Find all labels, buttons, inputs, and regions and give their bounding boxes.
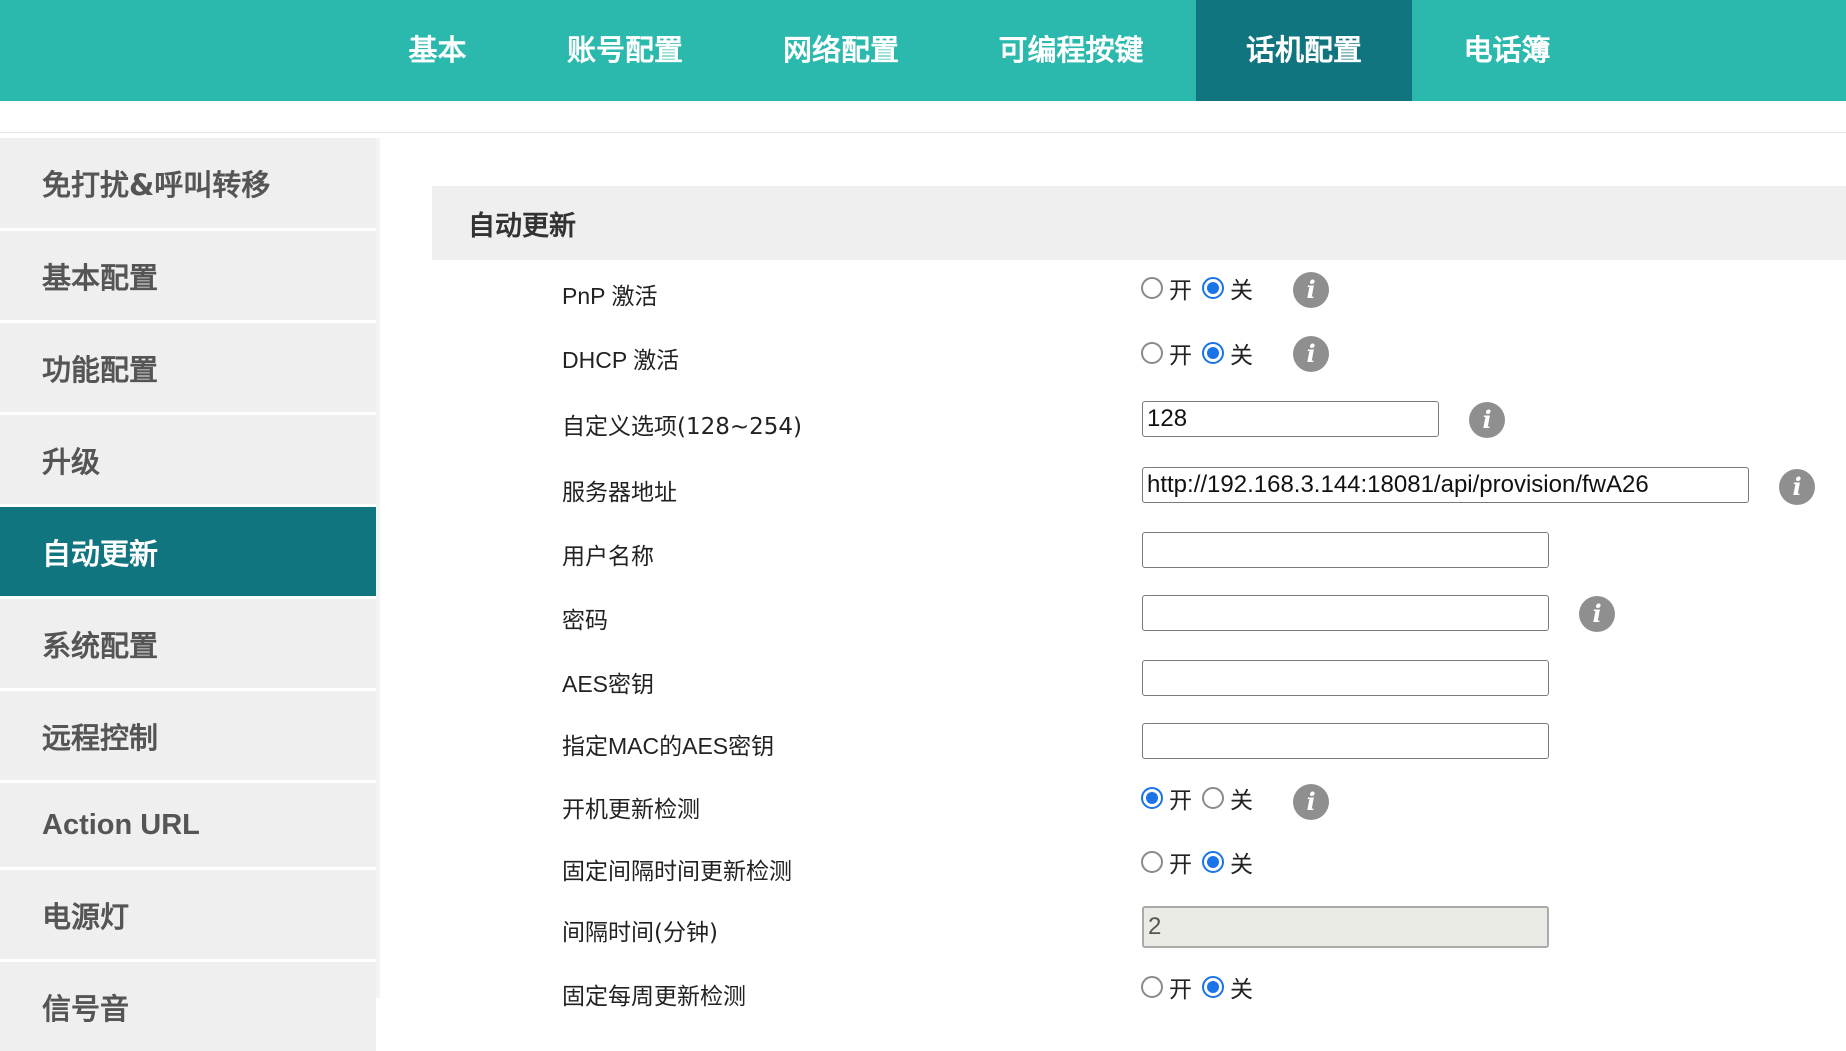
aes-key-input[interactable] <box>1142 660 1549 696</box>
interval-check-radio-group: 开 关 <box>1141 846 1263 878</box>
sidebar-item-power-led[interactable]: 电源灯 <box>0 870 376 959</box>
sidebar-item-upgrade[interactable]: 升级 <box>0 415 376 504</box>
weekly-check-radio-group: 开 关 <box>1141 971 1263 1003</box>
interval-check-off-radio[interactable] <box>1202 851 1224 873</box>
custom-option-info-icon[interactable]: i <box>1469 402 1505 438</box>
username-label: 用户名称 <box>562 544 654 570</box>
password-info-icon[interactable]: i <box>1579 596 1615 632</box>
weekly-check-off-label: 关 <box>1230 977 1253 1003</box>
boot-check-info-icon[interactable]: i <box>1293 784 1329 820</box>
mac-aes-key-input[interactable] <box>1142 723 1549 759</box>
pnp-info-icon[interactable]: i <box>1293 272 1329 308</box>
password-input[interactable] <box>1142 595 1549 631</box>
pnp-label: PnP 激活 <box>562 283 658 309</box>
dhcp-label: DHCP 激活 <box>562 347 680 373</box>
boot-check-on-label: 开 <box>1169 788 1192 814</box>
password-label: 密码 <box>562 608 608 634</box>
aes-key-label: AES密钥 <box>562 671 655 697</box>
dhcp-radio-group: 开 关 <box>1141 337 1263 369</box>
header-divider <box>0 132 1846 133</box>
dhcp-on-radio[interactable] <box>1141 342 1163 364</box>
interval-minutes-input[interactable]: 2 <box>1142 906 1549 948</box>
tab-phone-config[interactable]: 话机配置 <box>1196 0 1412 101</box>
sidebar-divider <box>376 138 380 998</box>
pnp-radio-group: 开 关 <box>1141 272 1263 304</box>
boot-check-off-radio[interactable] <box>1202 787 1224 809</box>
username-input[interactable] <box>1142 532 1549 568</box>
dhcp-off-radio[interactable] <box>1202 342 1224 364</box>
sidebar-item-signal-tone[interactable]: 信号音 <box>0 962 376 1051</box>
tab-programmable-keys[interactable]: 可编程按键 <box>968 0 1174 101</box>
dhcp-on-label: 开 <box>1169 343 1192 369</box>
interval-check-on-radio[interactable] <box>1141 851 1163 873</box>
interval-check-off-label: 关 <box>1230 852 1253 878</box>
sidebar-item-basic-config[interactable]: 基本配置 <box>0 231 376 320</box>
sidebar-item-remote-control[interactable]: 远程控制 <box>0 691 376 780</box>
tab-phonebook[interactable]: 电话簿 <box>1412 0 1602 101</box>
tab-basic[interactable]: 基本 <box>376 0 499 101</box>
tab-network-config[interactable]: 网络配置 <box>752 0 930 101</box>
top-nav: 基本 账号配置 网络配置 可编程按键 话机配置 电话簿 <box>0 0 1846 101</box>
pnp-off-radio[interactable] <box>1202 277 1224 299</box>
mac-aes-key-label: 指定MAC的AES密钥 <box>562 733 775 759</box>
server-address-label: 服务器地址 <box>562 480 677 506</box>
pnp-on-radio[interactable] <box>1141 277 1163 299</box>
interval-check-on-label: 开 <box>1169 852 1192 878</box>
weekly-check-label: 固定每周更新检测 <box>562 984 746 1010</box>
weekly-check-on-radio[interactable] <box>1141 976 1163 998</box>
custom-option-input[interactable]: 128 <box>1142 401 1439 437</box>
interval-minutes-label: 间隔时间(分钟) <box>562 920 718 946</box>
weekly-check-off-radio[interactable] <box>1202 976 1224 998</box>
server-address-info-icon[interactable]: i <box>1779 469 1815 505</box>
server-address-input[interactable]: http://192.168.3.144:18081/api/provision… <box>1142 467 1749 503</box>
dhcp-info-icon[interactable]: i <box>1293 336 1329 372</box>
boot-check-off-label: 关 <box>1230 788 1253 814</box>
pnp-off-label: 关 <box>1230 278 1253 304</box>
tab-account-config[interactable]: 账号配置 <box>536 0 714 101</box>
sidebar-item-auto-update[interactable]: 自动更新 <box>0 507 376 596</box>
interval-check-label: 固定间隔时间更新检测 <box>562 859 792 885</box>
sidebar-item-action-url[interactable]: Action URL <box>0 783 376 867</box>
boot-check-on-radio[interactable] <box>1141 787 1163 809</box>
dhcp-off-label: 关 <box>1230 343 1253 369</box>
boot-check-label: 开机更新检测 <box>562 797 700 823</box>
pnp-on-label: 开 <box>1169 278 1192 304</box>
boot-check-radio-group: 开 关 <box>1141 782 1263 814</box>
sidebar-item-feature-config[interactable]: 功能配置 <box>0 323 376 412</box>
custom-option-label: 自定义选项(128~254) <box>562 414 803 440</box>
sidebar-item-dnd-forward[interactable]: 免打扰&呼叫转移 <box>0 138 376 228</box>
sidebar-item-system-config[interactable]: 系统配置 <box>0 599 376 688</box>
section-title: 自动更新 <box>432 186 1846 260</box>
weekly-check-on-label: 开 <box>1169 977 1192 1003</box>
